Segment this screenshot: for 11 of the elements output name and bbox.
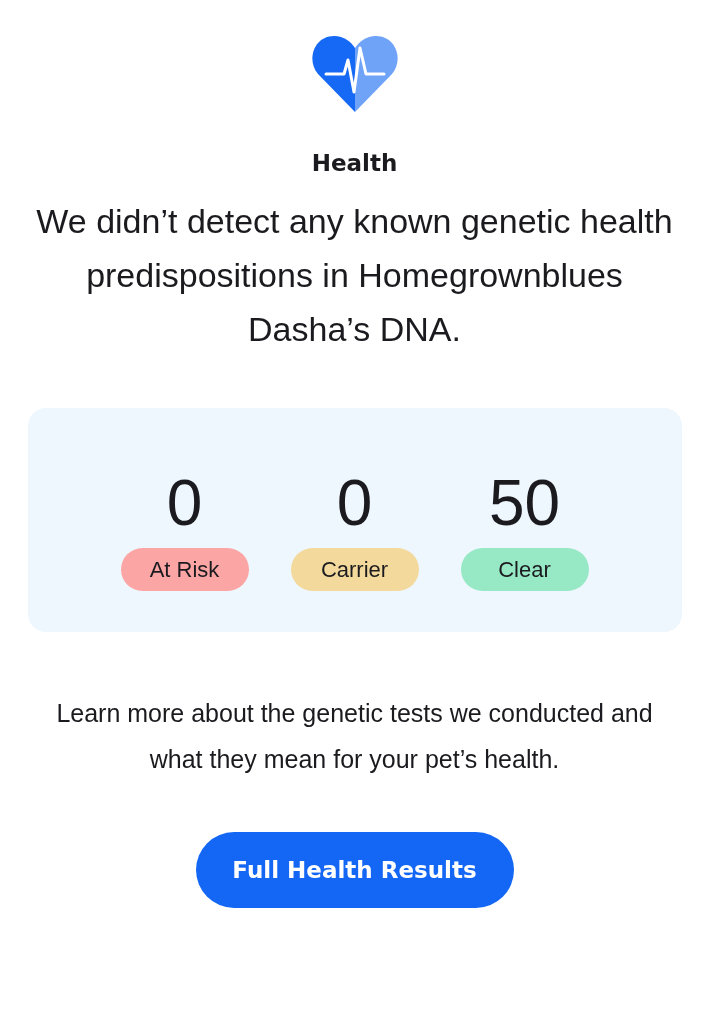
status-tag: Carrier bbox=[290, 548, 419, 591]
heart-pulse-icon bbox=[311, 34, 398, 112]
status-tag: At Risk bbox=[120, 548, 249, 591]
result-count: 0 bbox=[336, 466, 373, 541]
section-title: Health bbox=[311, 150, 398, 176]
full-results-button[interactable]: Full Health Results bbox=[195, 832, 514, 908]
result-count: 50 bbox=[488, 466, 561, 541]
result-count: 0 bbox=[166, 466, 203, 541]
status-tag: Clear bbox=[460, 548, 589, 591]
description: Learn more about the genetic tests we conducted and what they mean for your pet’s health. bbox=[55, 698, 654, 775]
headline: We didn’t detect any known genetic health predispositions in Homegrownblues Dasha’s DNA. bbox=[35, 201, 674, 350]
